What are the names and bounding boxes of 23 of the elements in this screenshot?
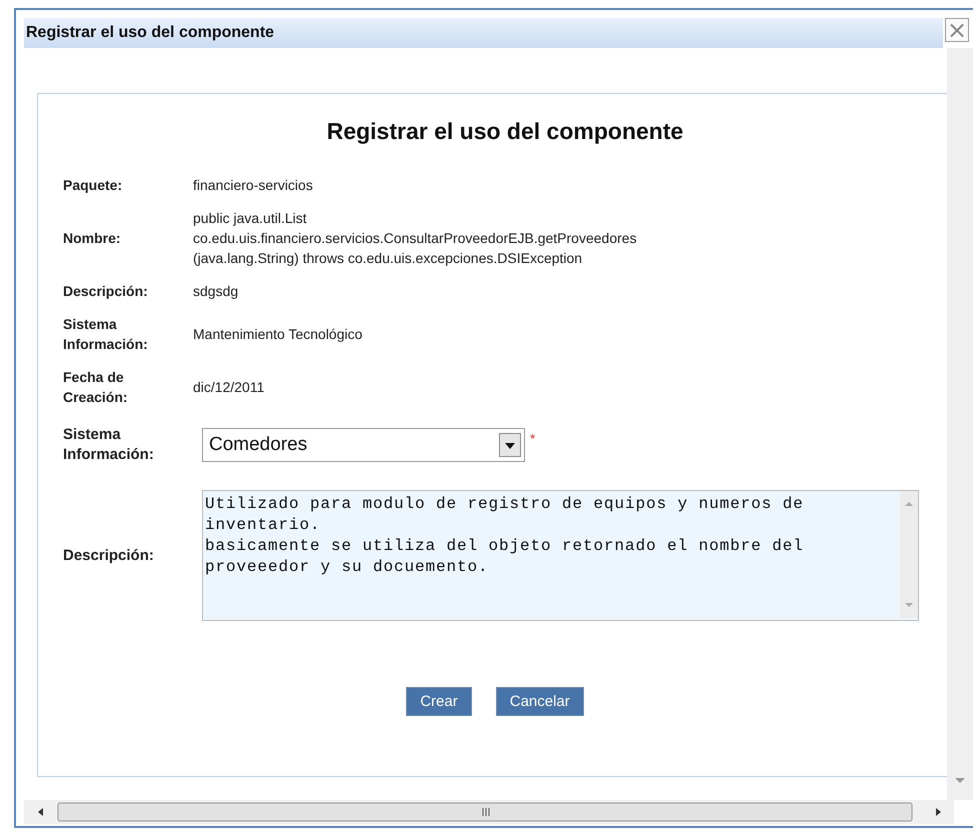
field-label: Descripción: [63, 282, 149, 301]
field-value: dic/12/2011 [193, 378, 266, 397]
field-value: Mantenimiento Tecnológico [193, 325, 364, 344]
field-value: financiero-servicios [193, 176, 314, 195]
form-button[interactable]: Crear [406, 687, 472, 716]
form-button[interactable]: Cancelar [496, 687, 584, 716]
scrollbar[interactable] [947, 48, 973, 800]
field-label: Paquete: [63, 176, 124, 195]
field-label: Descripción: [63, 546, 155, 566]
field-value: public java.util.List co.edu.uis.financiero.servicios.ConsultarProveedorEJB.getProveedores (java.lang.String) throws co.edu.uis.excepciones.DSIException [193, 209, 638, 268]
field-label: Sistema Información: [63, 425, 155, 465]
form-heading: Registrar el uso del componente [326, 118, 684, 145]
field-label: Fecha de Creación: [63, 368, 129, 407]
description-field[interactable]: Utilizado para modulo de registro de equipos y numeros de inventario. basicamente se utiliza del objeto retornado el nombre del proveeedor y su docuemento. [202, 490, 919, 621]
scrollbar[interactable] [24, 800, 954, 824]
field-label: Sistema Información: [63, 315, 149, 354]
required-mark: * [530, 431, 536, 446]
window-title: Registrar el uso del componente [26, 24, 274, 42]
system-select[interactable]: Comedores [202, 428, 525, 462]
close-button[interactable]: × [945, 18, 969, 42]
field-value: sdgsdg [193, 282, 240, 301]
field-label: Nombre: [63, 229, 122, 248]
scrollbar[interactable] [900, 491, 918, 618]
